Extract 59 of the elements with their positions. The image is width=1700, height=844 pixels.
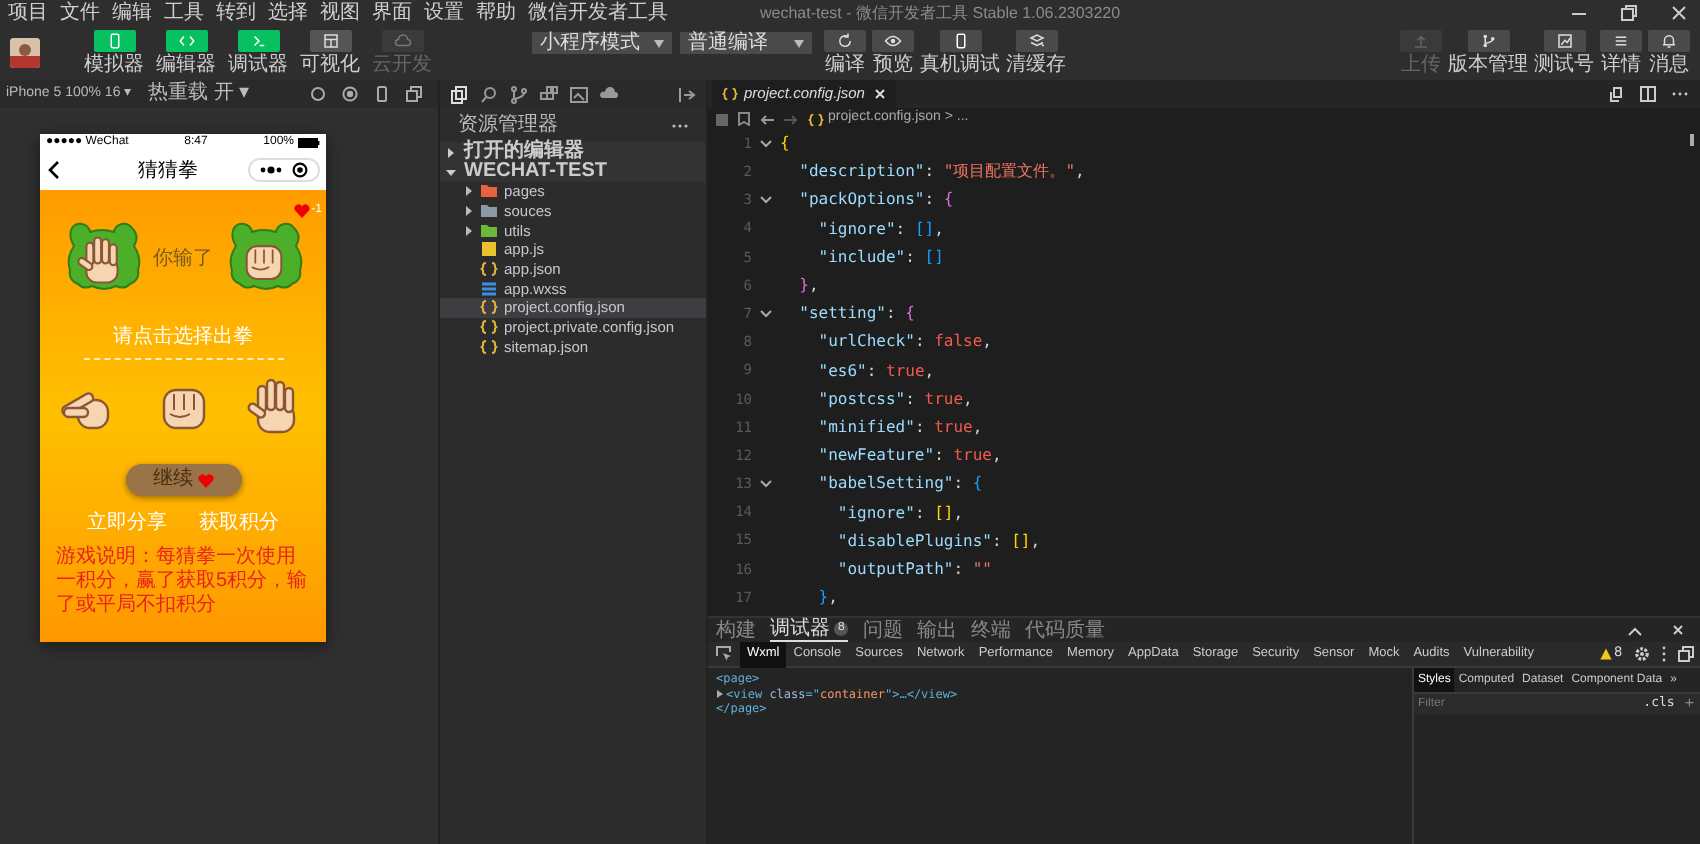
code-line: "description": "项目配置文件。", xyxy=(797,160,1085,185)
toolbar-label: 编译 xyxy=(825,54,865,76)
window-title: wechat-test - 微信开发者工具 Stable 1.06.2303220 xyxy=(760,1,1121,25)
menu-item[interactable]: 工具 xyxy=(164,1,204,25)
toolbar-label: 测试号 xyxy=(1534,54,1594,76)
menu-item[interactable]: 设置 xyxy=(424,1,464,25)
toolbar-label: 预览 xyxy=(873,54,913,76)
code-line: "outputPath": "" xyxy=(835,557,992,582)
toolbar-label: 编辑器 xyxy=(156,54,216,76)
code-line: "postcss": true, xyxy=(816,387,973,412)
menu-item[interactable]: 文件 xyxy=(60,1,100,25)
panel-tab[interactable]: 代码质量 xyxy=(1024,618,1105,642)
panel-tab[interactable]: 问题 xyxy=(862,618,903,642)
code-line: }, xyxy=(816,586,838,611)
toolbar-label: 版本管理 xyxy=(1448,54,1528,76)
panel-tab[interactable]: 输出 xyxy=(916,618,957,642)
hot-reload-select[interactable]: 热重载 开 ▾ xyxy=(148,82,250,106)
code-line: "include": [] xyxy=(816,245,944,270)
code-line: "setting": { xyxy=(797,302,915,327)
code-line: "disablePlugins": [], xyxy=(835,529,1041,554)
panel-tab[interactable]: 终端 xyxy=(970,618,1011,642)
code-line: "urlCheck": false, xyxy=(816,330,992,355)
menu-item[interactable]: 帮助 xyxy=(476,1,516,25)
toolbar-label: 上传 xyxy=(1401,54,1441,76)
toolbar-label: 清缓存 xyxy=(1006,54,1066,76)
code-line: "babelSetting": { xyxy=(816,472,983,497)
menu-item[interactable]: 视图 xyxy=(320,1,360,25)
code-line: "ignore": [], xyxy=(816,217,944,242)
explorer-title: 资源管理器 xyxy=(458,112,558,139)
compile-dropdown[interactable]: 普通编译 xyxy=(680,32,812,54)
toolbar-label: 可视化 xyxy=(300,54,360,76)
toolbar-label: 消息 xyxy=(1649,54,1689,76)
tree-section-header[interactable]: WECHAT-TEST xyxy=(440,162,706,182)
menu-item[interactable]: 选择 xyxy=(268,1,308,25)
toolbar-label: 详情 xyxy=(1601,54,1641,76)
code-line: "es6": true, xyxy=(816,359,935,384)
menu-item[interactable]: 项目 xyxy=(8,1,48,25)
code-line: "newFeature": true, xyxy=(816,444,1002,469)
toolbar-label: 真机调试 xyxy=(920,54,1000,76)
tree-section-header[interactable]: 打开的编辑器 xyxy=(440,142,706,162)
menu-item[interactable]: 界面 xyxy=(372,1,412,25)
rules-text: 游戏说明：每猜拳一次使用一积分，赢了获取5积分，输了或平局不扣积分 xyxy=(56,546,310,618)
code-line: }, xyxy=(797,274,819,299)
prompt-text: 请点击选择出拳 xyxy=(113,323,253,352)
toolbar-label: 云开发 xyxy=(372,54,432,76)
toolbar-label: 模拟器 xyxy=(84,54,144,76)
add-rule-button[interactable]: + xyxy=(1678,696,1700,712)
mode-dropdown[interactable]: 小程序模式 xyxy=(532,32,672,54)
code-line: "minified": true, xyxy=(816,415,983,440)
nav-title: 猜猜拳 xyxy=(136,157,200,185)
panel-tab[interactable]: 构建 xyxy=(716,618,756,642)
toolbar-label: 调试器 xyxy=(228,54,288,76)
code-line: "packOptions": { xyxy=(797,188,954,213)
menu-item[interactable]: 转到 xyxy=(216,1,256,25)
result-text: 你输了 xyxy=(153,245,213,273)
code-line: "ignore": [], xyxy=(835,501,964,526)
menu-item[interactable]: 微信开发者工具 xyxy=(528,1,668,25)
code-line: { xyxy=(780,132,790,157)
menu-item[interactable]: 编辑 xyxy=(112,1,152,25)
